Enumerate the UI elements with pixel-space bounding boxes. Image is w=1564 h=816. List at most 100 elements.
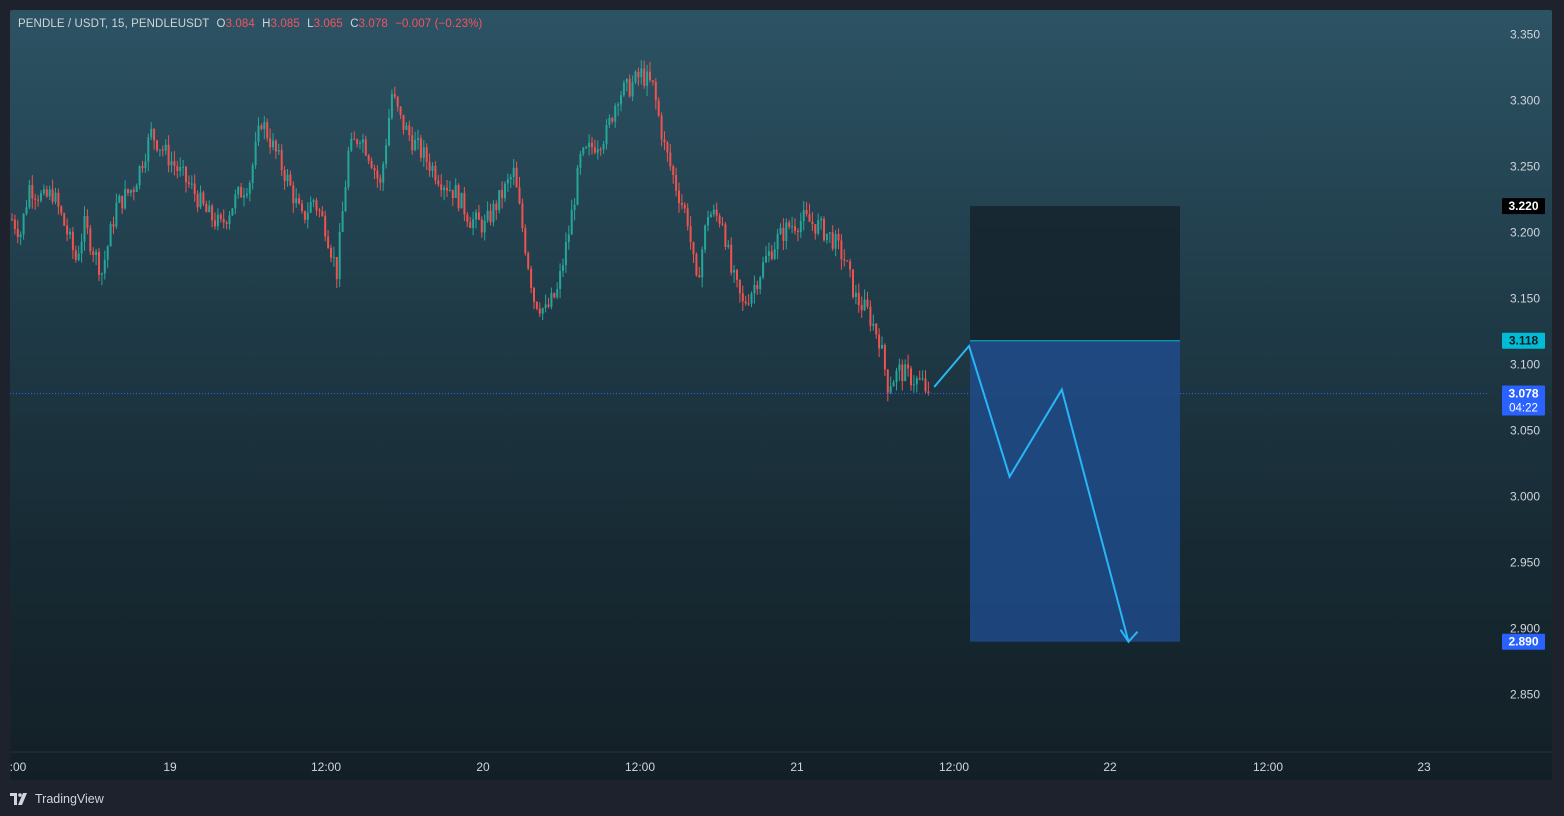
candle-body [654, 81, 657, 101]
candle-body [330, 247, 332, 258]
candle-body [773, 249, 776, 259]
candle-body [533, 287, 535, 302]
candle-body [324, 215, 327, 237]
x-tick-label: 19 [163, 760, 177, 774]
candle-body [80, 241, 83, 254]
candle-body [567, 234, 570, 243]
candle-body [782, 227, 785, 241]
candle-body [428, 161, 431, 171]
candle-body [921, 378, 924, 380]
price-chart[interactable]: 3.350 3.300 3.250 3.200 3.150 3.100 3.050 3.000… [10, 10, 1552, 780]
y-tick-label: 2.850 [1510, 688, 1540, 702]
candle-body [138, 166, 141, 186]
candle-body [628, 78, 631, 97]
candle-body [161, 149, 164, 151]
candle-body [396, 96, 399, 107]
candle-body [460, 192, 463, 209]
candle-body [765, 255, 767, 263]
symbol-title: PENDLE / USDT, 15, PENDLEUSDT [18, 18, 210, 30]
candle-body [779, 227, 782, 235]
candle-body [118, 195, 121, 203]
candle-body [895, 370, 898, 383]
candle-body [649, 71, 651, 81]
candle-body [121, 195, 124, 209]
last-price-badge-label: 3.078 [1508, 387, 1538, 401]
candle-body [486, 210, 489, 221]
candle-body [564, 242, 567, 266]
candle-body [37, 199, 40, 201]
candle-body [817, 220, 820, 234]
candle-body [280, 150, 283, 170]
candle-body [277, 150, 280, 152]
candle-body [106, 246, 109, 260]
candle-body [701, 249, 704, 278]
candle-body [74, 250, 77, 260]
candle-body [254, 141, 257, 166]
y-tick-label: 2.900 [1510, 622, 1540, 636]
candle-body [550, 293, 553, 307]
candle-body [211, 205, 214, 221]
candle-body [823, 218, 825, 241]
candle-body [794, 226, 796, 231]
candle-body [399, 106, 402, 115]
candle-body [214, 220, 216, 227]
chart-pane[interactable]: 3.350 3.300 3.250 3.200 3.150 3.100 3.050 3.000… [10, 10, 1552, 780]
candle-body [910, 368, 912, 386]
candle-body [89, 228, 92, 252]
candle-body [799, 221, 802, 233]
candle-body [640, 68, 643, 78]
candle-body [193, 183, 196, 195]
target-price-badge-label: 2.890 [1508, 635, 1538, 649]
candle-body [811, 221, 814, 225]
candle-body [736, 270, 738, 280]
candle-body [788, 222, 791, 227]
candle-body [646, 71, 649, 86]
candle-body [405, 125, 408, 130]
candle-body [680, 203, 683, 205]
candle-body [173, 161, 176, 167]
candle-body [869, 306, 872, 326]
candle-body [205, 204, 208, 213]
candle-body [196, 194, 199, 208]
candle-body [756, 285, 759, 290]
candle-body [77, 253, 80, 260]
y-tick-label: 3.200 [1510, 226, 1540, 240]
candle-body [495, 203, 498, 211]
candle-body [356, 139, 359, 144]
stop-price-badge-label: 3.220 [1508, 199, 1538, 213]
candle-body [382, 163, 385, 183]
candle-body [190, 183, 193, 185]
candle-body [393, 93, 396, 97]
candle-body [530, 268, 533, 288]
candle-body [182, 166, 185, 168]
candle-body [344, 187, 347, 212]
candle-body [92, 251, 95, 256]
candle-body [892, 382, 895, 387]
candle-body [448, 189, 451, 191]
candle-body [347, 150, 350, 188]
candle-body [747, 303, 750, 305]
candle-body [843, 259, 846, 261]
candle-body [553, 293, 556, 298]
candle-body [692, 241, 695, 255]
candle-body [66, 225, 69, 235]
candle-body [872, 323, 875, 326]
candle-body [312, 200, 315, 203]
candle-body [622, 82, 625, 96]
candle-body [437, 180, 440, 185]
x-tick-label: 12:00 [1253, 760, 1283, 774]
candle-body [730, 244, 733, 273]
candle-body [898, 364, 901, 371]
candle-body [733, 270, 736, 273]
candle-body [292, 185, 295, 204]
high-value: 3.085 [270, 18, 300, 30]
candle-body [359, 142, 361, 144]
brand-footer[interactable]: TradingView [10, 790, 104, 808]
candle-body [866, 299, 869, 307]
candle-body [216, 214, 219, 227]
candle-body [602, 144, 605, 150]
candle-body [144, 161, 147, 169]
candle-body [289, 174, 292, 186]
candle-body [498, 189, 501, 211]
candle-body [762, 262, 765, 278]
